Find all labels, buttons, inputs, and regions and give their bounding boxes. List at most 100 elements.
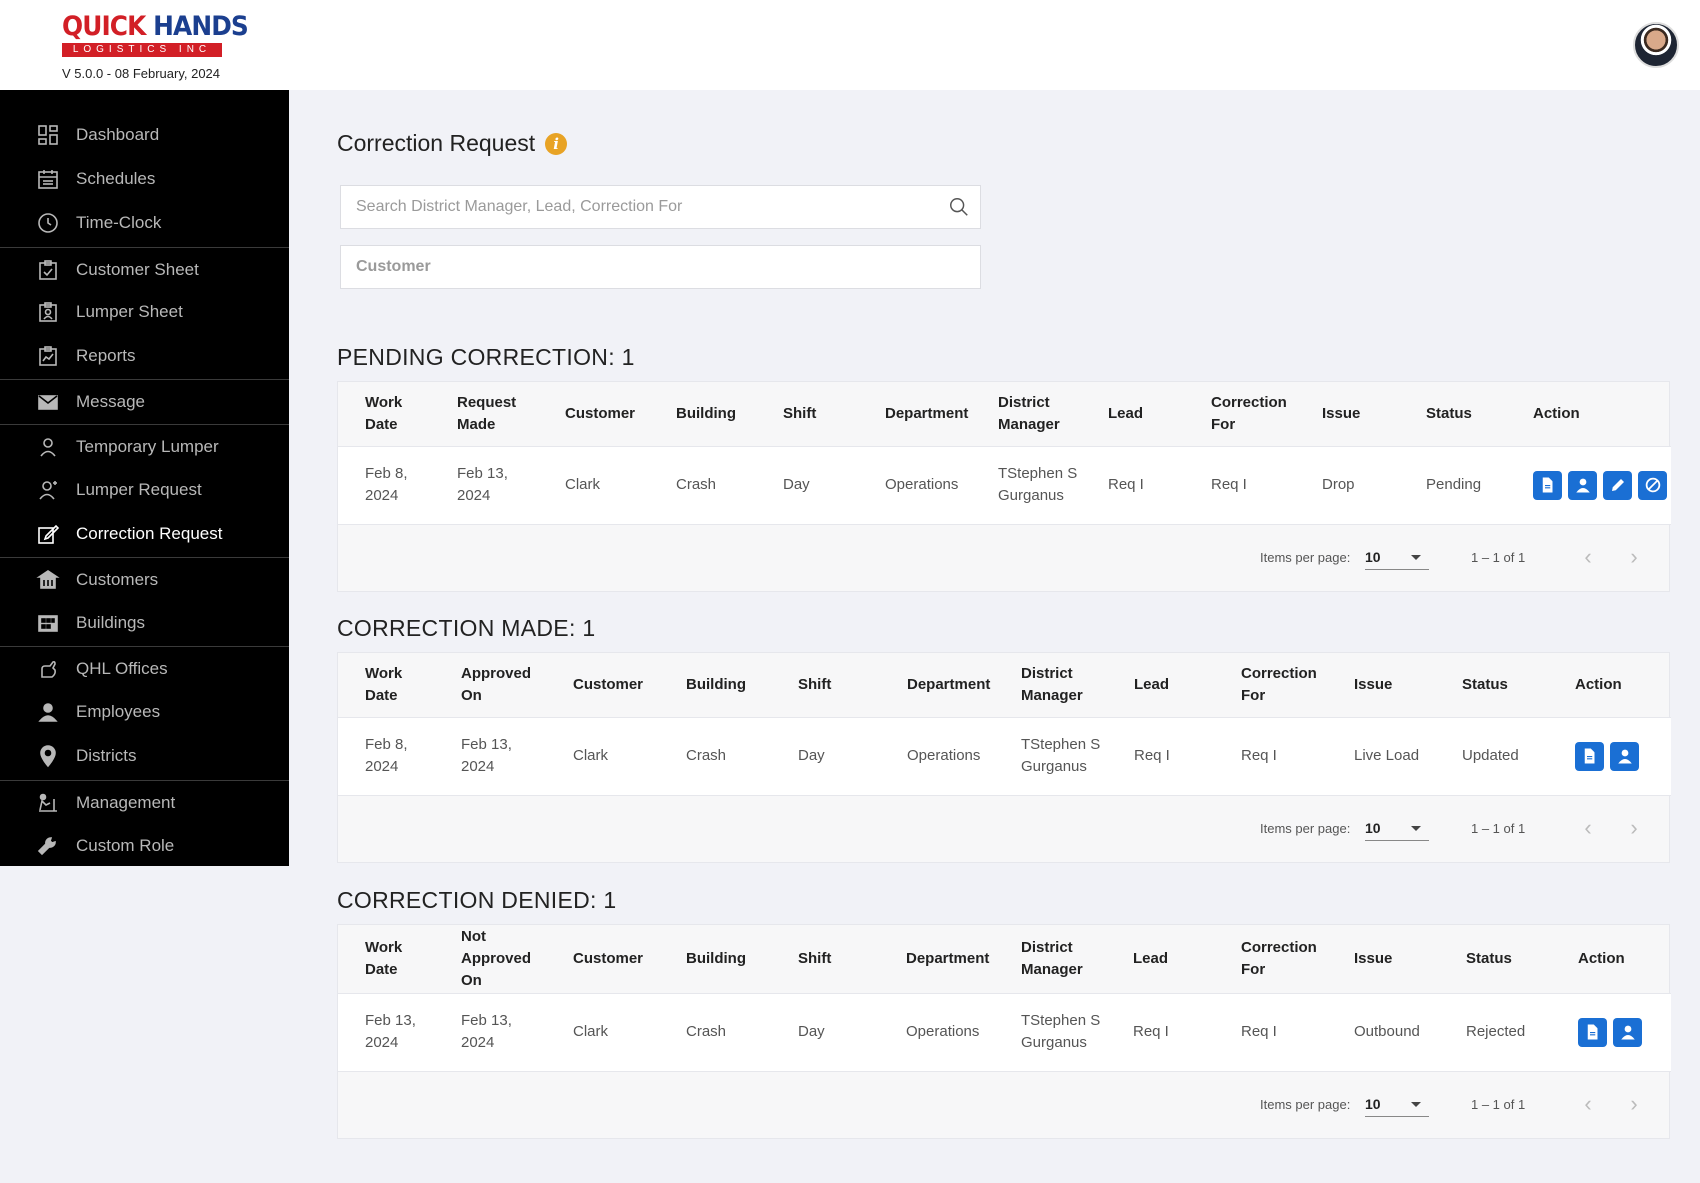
cell-work-date: Feb 13, 2024 <box>338 992 434 1072</box>
search-input[interactable] <box>341 186 931 228</box>
previous-page-icon[interactable]: ‹ <box>1578 545 1598 570</box>
sidebar-item-label: Temporary Lumper <box>76 436 219 456</box>
sidebar-item-employees[interactable]: Employees <box>0 690 289 734</box>
calendar-icon <box>36 167 60 191</box>
items-per-page-select[interactable]: 10 <box>1365 544 1429 570</box>
cell-building: Crash <box>659 716 771 796</box>
sidebar-item-temporary-lumper[interactable]: Temporary Lumper <box>0 424 289 468</box>
sidebar-item-management[interactable]: Management <box>0 780 289 824</box>
dropdown-caret-icon <box>1411 554 1421 560</box>
building-icon <box>36 611 60 635</box>
hand-icon <box>36 657 60 681</box>
column-header: Action <box>1575 675 1622 693</box>
sidebar-item-label: Custom Role <box>76 836 175 855</box>
sidebar-item-lumper-sheet[interactable]: Lumper Sheet <box>0 290 289 334</box>
cell-shift: Day <box>771 992 879 1072</box>
column-header: Issue <box>1354 675 1393 693</box>
column-header: Issue <box>1354 949 1393 967</box>
column-header: District Manager <box>998 393 1060 433</box>
view-document-button[interactable] <box>1578 1017 1607 1047</box>
sidebar-item-customer-sheet[interactable]: Customer Sheet <box>0 247 289 291</box>
search-icon[interactable] <box>948 196 970 218</box>
sidebar-item-message[interactable]: Message <box>0 379 289 423</box>
cell-customer: Clark <box>538 445 649 525</box>
edit-button[interactable] <box>1603 470 1632 500</box>
view-user-button[interactable] <box>1568 470 1597 500</box>
page-range-label: 1 – 1 of 1 <box>1471 549 1526 565</box>
next-page-icon[interactable]: › <box>1624 1092 1644 1117</box>
sidebar-item-label: QHL Offices <box>76 658 168 678</box>
sidebar-item-time-clock[interactable]: Time-Clock <box>0 201 289 245</box>
column-header: Correction For <box>1241 664 1317 704</box>
clipboard-check-icon <box>36 258 60 282</box>
cell-request: Feb 13, 2024 <box>434 992 546 1072</box>
table-row[interactable]: Feb 13, 2024 Feb 13, 2024 Clark Crash Day Ope… <box>338 992 1671 1072</box>
top-header: QUICK HANDS LOGISTICS INC V 5.0.0 - 08 F… <box>0 0 1700 90</box>
column-header: Correction For <box>1241 938 1317 978</box>
cell-customer: Clark <box>546 992 659 1072</box>
sidebar-item-reports[interactable]: Reports <box>0 334 289 378</box>
sidebar-item-dashboard[interactable]: Dashboard <box>0 113 289 157</box>
cell-status: Rejected <box>1439 992 1551 1072</box>
next-page-icon[interactable]: › <box>1624 816 1644 841</box>
cell-actions <box>1506 445 1671 525</box>
sidebar-item-custom-role[interactable]: Custom Role <box>0 824 289 868</box>
sidebar-item-label: Customer Sheet <box>76 259 199 279</box>
deny-button[interactable] <box>1638 470 1667 500</box>
company-logo[interactable]: QUICK HANDS LOGISTICS INC <box>62 12 249 57</box>
document-icon <box>1584 748 1594 764</box>
info-icon[interactable]: i <box>545 132 568 155</box>
sidebar-item-buildings[interactable]: Buildings <box>0 601 289 645</box>
person-icon <box>36 435 60 459</box>
cell-lead: Req I <box>1081 445 1184 525</box>
customer-filter[interactable]: Customer <box>340 245 981 289</box>
user-avatar[interactable] <box>1633 22 1679 68</box>
items-per-page-select[interactable]: 10 <box>1365 1091 1429 1117</box>
column-header: District Manager <box>1021 938 1083 978</box>
dropdown-caret-icon <box>1411 825 1421 831</box>
paginator: Items per page: 10 1 – 1 of 1 ‹ › <box>338 796 1669 862</box>
cell-district-manager: TStephen S Gurganus <box>994 716 1107 796</box>
search-field[interactable] <box>340 185 981 229</box>
person-plus-icon <box>36 478 60 502</box>
view-document-button[interactable] <box>1575 741 1604 771</box>
sidebar-item-label: Management <box>76 792 176 812</box>
clipboard-person-icon <box>36 300 60 324</box>
sidebar-item-correction-request[interactable]: Correction Request <box>0 512 289 556</box>
view-document-button[interactable] <box>1533 470 1562 500</box>
page-range-label: 1 – 1 of 1 <box>1471 820 1526 836</box>
user-icon <box>1617 749 1632 764</box>
sidebar: Dashboard Schedules Time-Clock Customer She… <box>0 90 289 866</box>
next-page-icon[interactable]: › <box>1624 545 1644 570</box>
column-header: Department <box>907 675 991 693</box>
wrench-icon <box>36 834 60 858</box>
table-row[interactable]: Feb 8, 2024 Feb 13, 2024 Clark Crash Day Oper… <box>338 445 1671 525</box>
sidebar-item-districts[interactable]: Districts <box>0 734 289 778</box>
sidebar-item-schedules[interactable]: Schedules <box>0 157 289 201</box>
items-per-page-select[interactable]: 10 <box>1365 815 1429 841</box>
user-icon <box>1620 1025 1635 1040</box>
cell-work-date: Feb 8, 2024 <box>338 716 434 796</box>
document-icon <box>1587 1024 1597 1040</box>
cell-work-date: Feb 8, 2024 <box>338 445 430 525</box>
items-per-page-value: 10 <box>1365 1095 1381 1112</box>
column-header: District Manager <box>1021 664 1083 704</box>
sidebar-item-qhl-offices[interactable]: QHL Offices <box>0 646 289 690</box>
column-header: Shift <box>798 949 832 967</box>
column-header: Shift <box>783 404 817 422</box>
table-row[interactable]: Feb 8, 2024 Feb 13, 2024 Clark Crash Day Oper… <box>338 716 1671 796</box>
sidebar-item-customers[interactable]: Customers <box>0 557 289 601</box>
page-title-text: Correction Request <box>337 130 536 156</box>
view-user-button[interactable] <box>1613 1017 1642 1047</box>
cell-shift: Day <box>771 716 880 796</box>
previous-page-icon[interactable]: ‹ <box>1578 816 1598 841</box>
sidebar-item-lumper-request[interactable]: Lumper Request <box>0 468 289 512</box>
items-per-page-value: 10 <box>1365 548 1381 565</box>
cell-request: Feb 13, 2024 <box>434 716 546 796</box>
page-title: Correction Request i <box>337 130 568 157</box>
cell-building: Crash <box>659 992 771 1072</box>
cell-issue: Drop <box>1295 445 1399 525</box>
pending-section-title: PENDING CORRECTION: 1 <box>337 344 635 370</box>
previous-page-icon[interactable]: ‹ <box>1578 1092 1598 1117</box>
view-user-button[interactable] <box>1610 741 1639 771</box>
